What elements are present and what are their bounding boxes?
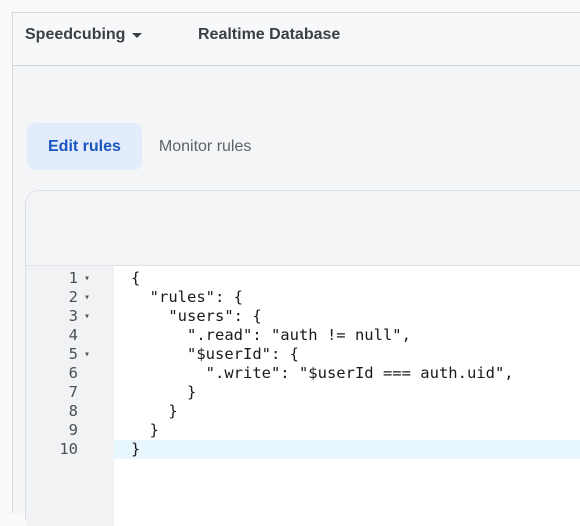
line-number: 3 [68,307,78,325]
line-number: 5 [68,345,78,363]
line-number: 4 [68,326,78,344]
fold-toggle-icon[interactable]: ▾ [84,269,90,288]
code-text[interactable]: } [131,383,196,402]
rules-tabs: Edit rules Monitor rules [27,123,268,170]
code-line[interactable]: 9 } [26,421,580,440]
main-content: Edit rules Monitor rules 1 ▾ {2 ▾ "rules": … [12,66,580,526]
line-number: 6 [68,364,78,382]
fold-toggle-icon[interactable]: ▾ [84,345,90,364]
tab-monitor-rules[interactable]: Monitor rules [142,123,268,170]
code-line[interactable]: 6 ".write": "$userId === auth.uid", [26,364,580,383]
code-text[interactable]: ".read": "auth != null", [131,326,411,345]
code-line[interactable]: 1 ▾ { [26,269,580,288]
editor-toolbar [26,191,580,266]
code-line[interactable]: 7 } [26,383,580,402]
code-line[interactable]: 10} [26,440,580,459]
code-text[interactable]: } [131,402,177,421]
code-line[interactable]: 4 ".read": "auth != null", [26,326,580,345]
code-text[interactable]: { [131,269,140,288]
code-line[interactable]: 2 ▾ "rules": { [26,288,580,307]
code-text[interactable]: "rules": { [131,288,243,307]
code-editor[interactable]: 1 ▾{2 ▾ "rules": {3 ▾ "users": {4 ".read": … [26,266,580,526]
line-number: 1 [68,269,78,287]
line-number: 7 [68,383,78,401]
fold-toggle-icon[interactable]: ▾ [84,307,90,326]
line-number: 10 [59,440,78,458]
code-text[interactable]: } [131,440,140,459]
line-number: 9 [68,421,78,439]
code-line[interactable]: 3 ▾ "users": { [26,307,580,326]
chevron-down-icon[interactable] [132,33,143,38]
current-line-highlight [114,440,580,459]
code-line[interactable]: 5 ▾ "$userId": { [26,345,580,364]
project-selector[interactable]: Speedcubing [25,26,143,44]
project-name[interactable]: Speedcubing [25,26,125,44]
code-text[interactable]: } [131,421,159,440]
line-number: 2 [68,288,78,306]
code-text[interactable]: "$userId": { [131,345,299,364]
top-bar: Speedcubing Realtime Database [12,12,580,66]
code-line[interactable]: 8 } [26,402,580,421]
rules-editor-card: 1 ▾{2 ▾ "rules": {3 ▾ "users": {4 ".read": … [25,190,580,526]
code-text[interactable]: ".write": "$userId === auth.uid", [131,364,514,383]
fold-toggle-icon[interactable]: ▾ [84,288,90,307]
code-text[interactable]: "users": { [131,307,261,326]
page-title: Realtime Database [198,26,341,43]
line-number: 8 [68,402,78,420]
tab-edit-rules[interactable]: Edit rules [27,123,142,170]
